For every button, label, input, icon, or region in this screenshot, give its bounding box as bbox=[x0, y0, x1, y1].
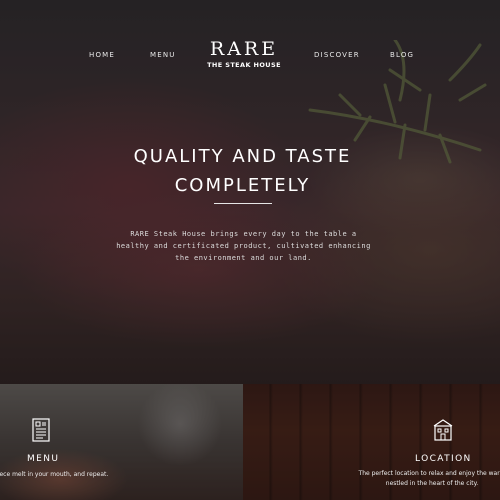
menu-panel-text: piece melt in your mouth, and repeat. bbox=[0, 471, 109, 478]
hero-headline: QUALITY AND TASTE COMPLETELY bbox=[80, 142, 405, 200]
location-panel-title: LOCATION bbox=[415, 454, 472, 464]
nav-menu-link[interactable]: MENU bbox=[150, 51, 176, 59]
logo-subtitle: THE STEAK HOUSE bbox=[207, 61, 281, 69]
location-panel-text: The perfect location to relax and enjoy … bbox=[352, 469, 500, 488]
nav-home-link[interactable]: HOME bbox=[89, 51, 115, 59]
headline-divider bbox=[214, 203, 272, 204]
location-text-line-2: nestled in the heart of the city. bbox=[385, 479, 479, 487]
logo[interactable]: RARE THE STEAK HOUSE bbox=[200, 38, 288, 70]
headline-line-2: COMPLETELY bbox=[174, 175, 311, 196]
building-icon bbox=[433, 419, 453, 441]
menu-panel[interactable]: MENU piece melt in your mouth, and repea… bbox=[0, 384, 243, 500]
hero-intro-text: RARE Steak House brings every day to the… bbox=[116, 230, 371, 262]
menu-panel-overlay bbox=[0, 384, 243, 500]
nav-blog-link[interactable]: BLOG bbox=[390, 51, 414, 59]
menu-document-icon bbox=[32, 418, 50, 442]
headline-line-1: QUALITY AND TASTE bbox=[133, 146, 352, 167]
menu-panel-title: MENU bbox=[27, 454, 60, 464]
logo-title: RARE bbox=[209, 38, 279, 60]
location-text-line-1: The perfect location to relax and enjoy … bbox=[358, 470, 500, 477]
nav-discover-link[interactable]: DISCOVER bbox=[314, 51, 360, 59]
top-navigation: HOME MENU RARE THE STEAK HOUSE DISCOVER … bbox=[0, 0, 500, 90]
location-panel[interactable]: LOCATION The perfect location to relax a… bbox=[243, 384, 500, 500]
